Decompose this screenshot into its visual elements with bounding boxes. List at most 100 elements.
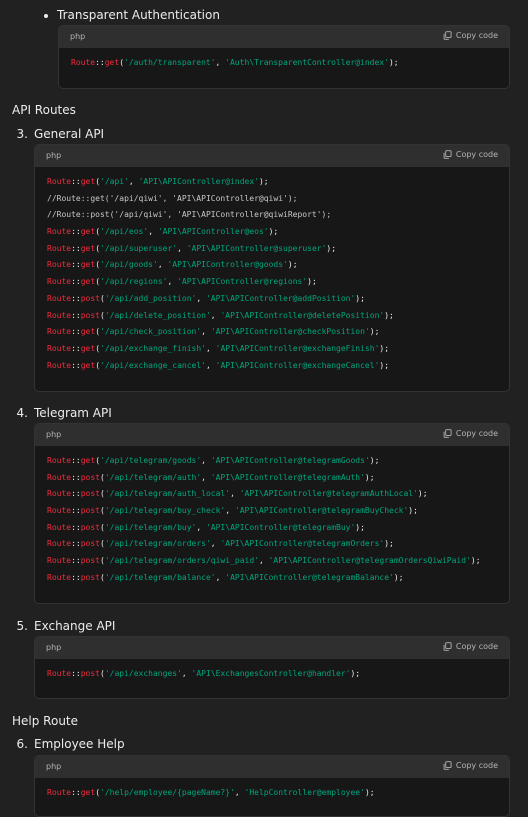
code-language-label: php: [46, 643, 62, 652]
code-string: 'API\APIController@addPosition': [205, 293, 356, 303]
code-keyword: Route: [47, 489, 72, 499]
code-punctuation: );: [326, 243, 337, 253]
code-punctuation: ::: [71, 472, 81, 482]
code-punctuation: );: [417, 489, 428, 499]
code-string: 'API\APIController@telegramBalance': [225, 572, 394, 582]
code-punctuation: ,: [196, 522, 206, 532]
code-punctuation: );: [369, 327, 380, 337]
code-keyword: get: [80, 456, 96, 465]
code-keyword: get: [80, 277, 96, 287]
code-block-header: php Copy code: [35, 637, 509, 659]
copy-code-label: Copy code: [455, 761, 498, 770]
code-line: Route::post('/api/telegram/balance', 'AP…: [47, 570, 497, 587]
code-punctuation: );: [379, 360, 390, 370]
code-keyword: get: [104, 58, 120, 67]
copy-code-button[interactable]: Copy code: [443, 31, 498, 40]
code-punctuation: ::: [71, 522, 81, 532]
code-keyword: Route: [71, 58, 96, 67]
code-punctuation: ::: [71, 343, 81, 353]
code-string: '/help/employee/{pageName?}': [100, 788, 235, 797]
code-punctuation: ,: [148, 227, 158, 237]
code-punctuation: );: [408, 506, 418, 516]
code-keyword: get: [80, 227, 96, 237]
code-keyword: post: [80, 556, 100, 566]
code-string: 'API\APIController@telegramAuthLocal': [239, 489, 418, 499]
copy-icon: [443, 150, 452, 159]
code-punctuation: );: [379, 343, 390, 353]
code-block-header: php Copy code: [35, 756, 509, 778]
code-line: Route::get('/api/telegram/goods', 'API\A…: [47, 453, 497, 470]
code-keyword: post: [80, 506, 100, 516]
code-punctuation: ::: [71, 669, 81, 678]
copy-code-button[interactable]: Copy code: [443, 761, 498, 770]
code-line: Route::get('/api/eos', 'API\APIControlle…: [47, 224, 497, 241]
code-keyword: get: [80, 243, 96, 253]
code-line: Route::get('/api/check_position', 'API\A…: [47, 324, 497, 341]
copy-code-button[interactable]: Copy code: [443, 150, 498, 159]
code-punctuation: );: [355, 522, 365, 532]
code-string: 'API\APIController@regions': [177, 277, 308, 287]
code-punctuation: ,: [201, 327, 211, 337]
code-punctuation: ::: [71, 227, 81, 237]
section-heading: API Routes: [12, 103, 76, 117]
code-punctuation: );: [369, 456, 380, 465]
code-keyword: Route: [47, 243, 72, 253]
code-punctuation: );: [393, 572, 404, 582]
code-string: '/api/goods': [100, 260, 158, 270]
list-number: 6.: [16, 737, 28, 751]
code-comment: //Route::get('/api/qiwi', 'API\APIContro…: [47, 193, 298, 203]
list-item-label: Transparent Authentication: [57, 8, 220, 22]
code-punctuation: ,: [225, 506, 235, 516]
code-keyword: Route: [47, 539, 72, 549]
code-string: 'HelpController@employee': [244, 788, 365, 797]
code-punctuation: ,: [210, 310, 221, 320]
copy-code-button[interactable]: Copy code: [443, 642, 498, 651]
code-punctuation: ::: [71, 177, 81, 186]
code-punctuation: ,: [177, 243, 187, 253]
code-punctuation: );: [388, 58, 399, 67]
code-punctuation: ,: [201, 472, 211, 482]
code-string: 'API\APIController@telegramBuy': [205, 522, 356, 532]
code-line: Route::post('/api/exchanges', 'API\Excha…: [47, 666, 497, 683]
code-line: Route::get('/api/regions', 'API\APIContr…: [47, 274, 497, 291]
code-punctuation: ,: [258, 556, 269, 566]
list-number: 3.: [16, 127, 28, 141]
copy-code-button[interactable]: Copy code: [443, 429, 498, 438]
code-body: Route::get('/api', 'API\APIController@in…: [35, 167, 509, 374]
code-punctuation: ,: [205, 343, 216, 353]
code-keyword: post: [80, 293, 100, 303]
code-string: '/api/telegram/orders/qiwi_paid': [104, 556, 259, 566]
code-punctuation: ::: [71, 788, 81, 797]
code-keyword: get: [80, 788, 96, 797]
copy-icon: [443, 429, 452, 438]
code-keyword: Route: [47, 669, 72, 678]
code-punctuation: );: [287, 260, 298, 270]
code-punctuation: ,: [201, 456, 211, 465]
code-punctuation: );: [268, 227, 279, 237]
code-line: //Route::get('/api/qiwi', 'API\APIContro…: [47, 191, 497, 208]
copy-code-label: Copy code: [455, 429, 498, 438]
code-line: Route::get('/api/exchange_finish', 'API\…: [47, 341, 497, 358]
code-line: Route::get('/api/exchange_cancel', 'API\…: [47, 358, 497, 375]
code-language-label: php: [70, 32, 86, 41]
code-line: Route::post('/api/telegram/auth_local', …: [47, 486, 497, 503]
list-item-label: Employee Help: [34, 737, 125, 751]
code-line: Route::get('/help/employee/{pageName?}',…: [47, 785, 497, 802]
code-string: '/api/eos': [100, 227, 149, 237]
code-string: 'API\APIController@telegramGoods': [210, 456, 370, 465]
code-keyword: Route: [47, 506, 72, 516]
code-block-header: php Copy code: [35, 145, 509, 167]
code-body: Route::post('/api/exchanges', 'API\Excha…: [35, 659, 509, 683]
code-keyword: get: [80, 327, 96, 337]
code-comment: //Route::post('/api/qiwi', 'API\APIContr…: [47, 210, 332, 220]
code-string: 'API\ExchangesController@handler': [191, 669, 351, 678]
code-punctuation: ,: [196, 293, 206, 303]
code-punctuation: ,: [215, 58, 226, 67]
copy-icon: [443, 761, 452, 770]
code-punctuation: ::: [71, 243, 81, 253]
code-punctuation: ,: [157, 260, 168, 270]
code-string: '/api/delete_position': [104, 310, 211, 320]
code-block: php Copy code Route::get('/api/telegram/go…: [34, 423, 510, 604]
code-string: 'API\APIController@eos': [157, 227, 269, 237]
list-item-label: General API: [34, 127, 105, 141]
